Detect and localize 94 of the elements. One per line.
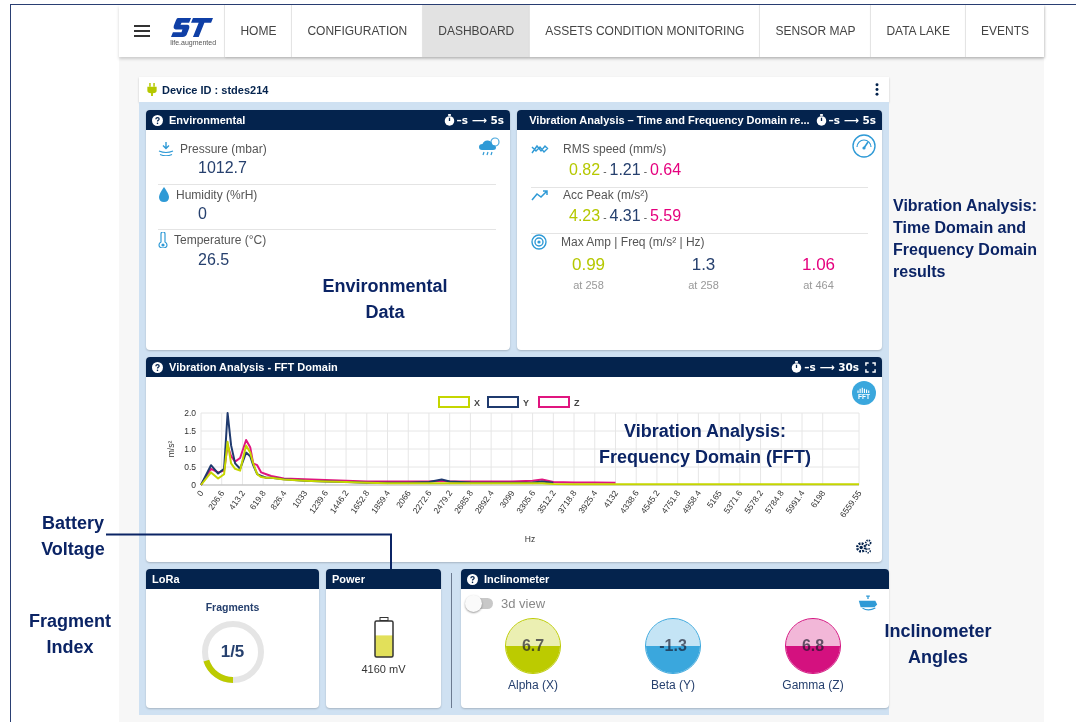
frequency-value: at 258 bbox=[688, 279, 719, 291]
reading-label: Pressure (mbar) bbox=[180, 142, 267, 156]
thermometer-icon bbox=[158, 232, 168, 248]
toggle-switch[interactable] bbox=[467, 598, 493, 609]
reading-value: 0 bbox=[198, 205, 208, 223]
battery-icon bbox=[373, 617, 394, 659]
reading-value: 26.5 bbox=[198, 251, 231, 269]
callout-text: Inclinometer Angles bbox=[883, 620, 993, 669]
angle-label: Alpha (X) bbox=[508, 678, 558, 692]
callout-text: Fragment Index bbox=[28, 610, 112, 659]
legend-label[interactable]: Y bbox=[523, 398, 529, 408]
amplitude-value: 0.99 bbox=[571, 255, 606, 275]
value-separator: - bbox=[603, 212, 607, 223]
refresh-interval: –s ⟶ 5s bbox=[456, 114, 504, 126]
settings-icon[interactable] bbox=[855, 539, 872, 554]
metric-value: 5.59 bbox=[649, 207, 682, 225]
wave-icon bbox=[531, 143, 549, 155]
stopwatch-icon bbox=[815, 114, 827, 126]
frequency-value: at 258 bbox=[573, 279, 604, 291]
legend-swatch[interactable] bbox=[487, 396, 519, 408]
nav-tab[interactable]: DASHBOARD bbox=[422, 5, 530, 57]
help-icon[interactable] bbox=[152, 114, 163, 126]
menu-icon[interactable] bbox=[119, 5, 165, 57]
metric-value: 0.82 bbox=[569, 161, 601, 179]
toggle-label: 3d view bbox=[501, 596, 546, 611]
metric-label: Acc Peak (m/s²) bbox=[563, 188, 649, 202]
value-separator: - bbox=[643, 212, 647, 223]
stopwatch-icon bbox=[791, 361, 803, 373]
nav-tab[interactable]: ASSETS CONDITION MONITORING bbox=[529, 5, 760, 57]
nav-tab[interactable]: CONFIGURATION bbox=[291, 5, 423, 57]
reading-value: 1012.7 bbox=[198, 159, 248, 177]
legend-swatch[interactable] bbox=[538, 396, 570, 408]
metric-label: Max Amp | Freq (m/s² | Hz) bbox=[561, 235, 705, 249]
value-separator: - bbox=[603, 166, 607, 177]
pressure-icon bbox=[158, 142, 174, 156]
angle-value: 6.8 bbox=[801, 637, 825, 655]
refresh-interval: –s ⟶ 30s bbox=[804, 361, 859, 373]
metric-label: RMS speed (mm/s) bbox=[563, 142, 667, 156]
fragments-caption: Fragments bbox=[205, 601, 260, 613]
device-3d-icon[interactable] bbox=[857, 595, 879, 612]
amplitude-value: 1.06 bbox=[801, 255, 836, 275]
nav-tab[interactable]: HOME bbox=[224, 5, 292, 57]
x-tick-label: 0 bbox=[194, 488, 206, 499]
y-tick-label: 1.5 bbox=[184, 426, 196, 436]
battery-voltage: 4160 mV bbox=[361, 663, 406, 675]
stopwatch-icon bbox=[443, 114, 455, 126]
legend-label[interactable]: X bbox=[474, 398, 480, 408]
panel-title: Inclinometer bbox=[484, 573, 551, 585]
help-icon[interactable] bbox=[467, 573, 478, 585]
fragment-index: 1/5 bbox=[220, 642, 245, 662]
angle-value: 6.7 bbox=[521, 637, 545, 655]
nav-tab[interactable]: DATA LAKE bbox=[870, 5, 965, 57]
water-drop-icon bbox=[158, 187, 170, 202]
metric-value: 4.31 bbox=[609, 207, 641, 225]
logo-icon[interactable] bbox=[170, 16, 215, 38]
callout-text: Vibration Analysis: Time Domain and Frequency Domain results bbox=[893, 196, 1038, 282]
x-axis-title: Hz bbox=[524, 534, 536, 544]
y-axis-title: m/s² bbox=[166, 440, 176, 458]
target-icon bbox=[531, 234, 547, 250]
y-tick-label: 0.5 bbox=[184, 462, 196, 472]
more-options-icon[interactable] bbox=[875, 83, 879, 96]
y-tick-label: 1.0 bbox=[184, 444, 196, 454]
value-separator: - bbox=[643, 166, 647, 177]
callout-text: Battery Voltage bbox=[40, 512, 106, 561]
panel-title: Vibration Analysis - FFT Domain bbox=[169, 361, 339, 373]
legend-label[interactable]: Z bbox=[574, 398, 580, 408]
metric-value: 1.21 bbox=[609, 161, 641, 179]
amplitude-value: 1.3 bbox=[691, 255, 716, 275]
angle-label: Beta (Y) bbox=[651, 678, 695, 692]
weather-icon bbox=[478, 136, 502, 156]
refresh-interval: –s ⟶ 5s bbox=[828, 114, 876, 126]
help-icon[interactable] bbox=[152, 361, 163, 373]
fullscreen-icon[interactable] bbox=[865, 361, 876, 373]
trend-up-icon bbox=[531, 189, 549, 201]
device-id: Device ID : stdes214 bbox=[162, 83, 269, 96]
panel-title: Vibration Analysis – Time and Frequency Domain re... bbox=[529, 114, 810, 126]
metric-value: 4.23 bbox=[569, 207, 601, 225]
fragment-ring bbox=[199, 619, 266, 685]
callout-text: Environmental Data bbox=[321, 275, 449, 324]
panel-title: Power bbox=[332, 573, 366, 585]
metric-value: 0.64 bbox=[649, 161, 682, 179]
panel-title: Environmental bbox=[169, 114, 247, 126]
frequency-value: at 464 bbox=[803, 279, 834, 291]
y-tick-label: 0 bbox=[191, 480, 196, 490]
reading-label: Humidity (%rH) bbox=[176, 187, 258, 202]
nav-tab[interactable]: SENSOR MAP bbox=[759, 5, 871, 57]
gauge-icon bbox=[852, 134, 876, 158]
callout-text: Vibration Analysis: Frequency Domain (FFT) bbox=[598, 420, 812, 469]
panel-title: LoRa bbox=[152, 573, 181, 585]
angle-value: -1.3 bbox=[659, 637, 687, 655]
angle-label: Gamma (Z) bbox=[782, 678, 844, 692]
y-tick-label: 2.0 bbox=[184, 408, 196, 418]
plug-icon bbox=[147, 83, 157, 96]
reading-label: Temperature (°C) bbox=[174, 233, 267, 247]
